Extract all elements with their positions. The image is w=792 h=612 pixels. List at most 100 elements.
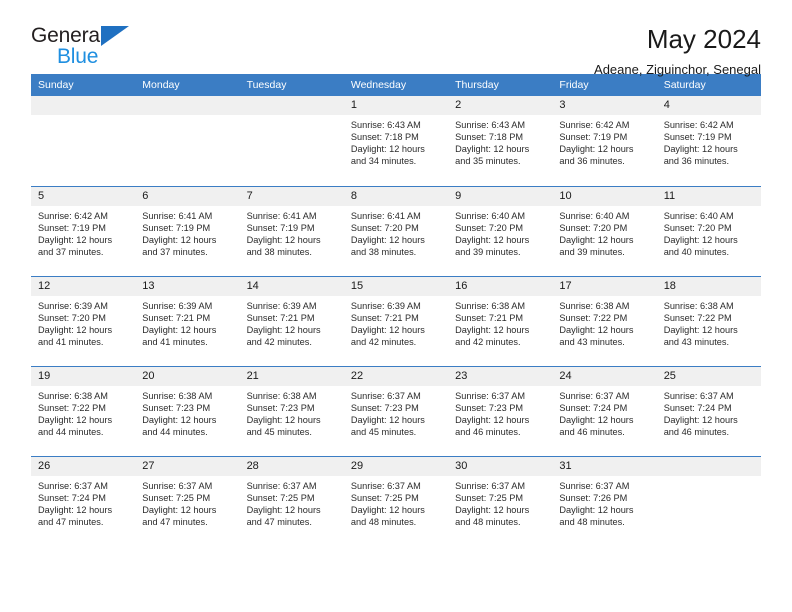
calendar-day-cell[interactable]: 6 Sunrise: 6:41 AM Sunset: 7:19 PM Daylight… [135,186,240,276]
daylight-text-line2: and 36 minutes. [559,156,625,167]
day-sun-info: Sunrise: 6:42 AM Sunset: 7:19 PM Daylight:… [31,206,135,258]
title-block: May 2024 Adeane, Ziguinchor, Senegal [594,24,761,79]
page-title: May 2024 [646,24,761,54]
weekday-header-sunday: Sunday [31,74,136,96]
calendar-day-cell[interactable]: 1 Sunrise: 6:43 AM Sunset: 7:18 PM Daylight… [343,96,449,186]
calendar-day-cell[interactable]: 23 Sunrise: 6:37 AM Sunset: 7:23 PM Dayligh… [448,366,553,456]
calendar-day-cell[interactable]: 30 Sunrise: 6:37 AM Sunset: 7:25 PM Dayligh… [448,456,553,546]
weekday-header-monday: Monday [135,74,240,96]
calendar-day-cell[interactable]: 9 Sunrise: 6:40 AM Sunset: 7:20 PM Daylight… [448,186,553,276]
calendar-day-cell[interactable]: 2 Sunrise: 6:43 AM Sunset: 7:18 PM Daylight… [448,96,553,186]
calendar-day-cell[interactable]: 19 Sunrise: 6:38 AM Sunset: 7:22 PM Dayligh… [31,366,136,456]
sunset-text: Sunset: 7:19 PM [663,132,732,143]
daylight-text-line1: Daylight: 12 hours [246,504,321,515]
sunset-text: Sunset: 7:25 PM [455,492,524,503]
calendar-day-cell[interactable]: 13 Sunrise: 6:39 AM Sunset: 7:21 PM Dayligh… [135,276,240,366]
daylight-text-line1: Daylight: 12 hours [142,414,217,425]
calendar-day-cell[interactable]: 28 Sunrise: 6:37 AM Sunset: 7:25 PM Dayligh… [239,456,344,546]
day-number: 8 [343,186,449,206]
sunrise-text: Sunrise: 6:39 AM [350,300,421,311]
day-number: 31 [552,456,657,476]
day-number [135,96,240,115]
daylight-text-line1: Daylight: 12 hours [350,324,425,335]
daylight-text-line1: Daylight: 12 hours [38,414,113,425]
calendar-day-cell[interactable]: 27 Sunrise: 6:37 AM Sunset: 7:25 PM Dayligh… [135,456,240,546]
sunset-text: Sunset: 7:20 PM [455,222,524,233]
calendar-day-cell[interactable]: 18 Sunrise: 6:38 AM Sunset: 7:22 PM Dayligh… [656,276,761,366]
calendar-day-cell[interactable]: 12 Sunrise: 6:39 AM Sunset: 7:20 PM Dayligh… [31,276,136,366]
calendar-day-cell[interactable]: 22 Sunrise: 6:37 AM Sunset: 7:23 PM Dayligh… [343,366,449,456]
day-sun-info: Sunrise: 6:41 AM Sunset: 7:19 PM Daylight:… [240,206,344,258]
daylight-text-line2: and 42 minutes. [350,336,417,347]
day-sun-info: Sunrise: 6:37 AM Sunset: 7:26 PM Daylight:… [552,476,656,528]
daylight-text-line1: Daylight: 12 hours [559,234,634,245]
daylight-text-line1: Daylight: 12 hours [663,324,738,335]
sunrise-text: Sunrise: 6:39 AM [142,300,213,311]
day-number: 22 [343,366,449,386]
day-sun-info: Sunrise: 6:39 AM Sunset: 7:21 PM Daylight:… [344,296,448,348]
daylight-text-line2: and 44 minutes. [38,426,104,437]
daylight-text-line1: Daylight: 12 hours [38,504,113,515]
day-number: 20 [135,366,240,386]
daylight-text-line2: and 36 minutes. [663,156,730,167]
calendar-day-cell[interactable]: 11 Sunrise: 6:40 AM Sunset: 7:20 PM Dayligh… [656,186,761,276]
day-sun-info: Sunrise: 6:40 AM Sunset: 7:20 PM Daylight:… [552,206,656,258]
sunrise-text: Sunrise: 6:40 AM [559,210,630,221]
sunrise-text: Sunrise: 6:40 AM [663,210,734,221]
calendar-day-cell[interactable]: 21 Sunrise: 6:38 AM Sunset: 7:23 PM Dayligh… [239,366,344,456]
day-number: 3 [552,96,657,115]
calendar-day-cell[interactable]: 26 Sunrise: 6:37 AM Sunset: 7:24 PM Dayligh… [31,456,136,546]
sunrise-text: Sunrise: 6:37 AM [559,390,630,401]
calendar-day-cell[interactable]: 17 Sunrise: 6:38 AM Sunset: 7:22 PM Dayligh… [552,276,657,366]
calendar-day-cell[interactable]: 3 Sunrise: 6:42 AM Sunset: 7:19 PM Daylight… [552,96,657,186]
sunrise-text: Sunrise: 6:38 AM [142,390,213,401]
daylight-text-line2: and 44 minutes. [142,426,208,437]
sunset-text: Sunset: 7:20 PM [38,312,106,323]
sunset-text: Sunset: 7:25 PM [350,492,419,503]
calendar-day-cell[interactable]: 24 Sunrise: 6:37 AM Sunset: 7:24 PM Dayligh… [552,366,657,456]
day-number: 11 [656,186,761,206]
calendar-day-cell-empty [656,456,761,546]
calendar-day-cell[interactable]: 25 Sunrise: 6:37 AM Sunset: 7:24 PM Dayligh… [656,366,761,456]
day-sun-info: Sunrise: 6:39 AM Sunset: 7:21 PM Daylight:… [135,296,239,348]
calendar-day-cell[interactable]: 20 Sunrise: 6:38 AM Sunset: 7:23 PM Dayligh… [135,366,240,456]
day-sun-info: Sunrise: 6:42 AM Sunset: 7:19 PM Daylight:… [552,115,656,167]
day-sun-info: Sunrise: 6:40 AM Sunset: 7:20 PM Daylight:… [448,206,552,258]
generalblue-logo: General Blue [31,24,151,70]
day-sun-info: Sunrise: 6:41 AM Sunset: 7:19 PM Daylight:… [135,206,239,258]
sunset-text: Sunset: 7:19 PM [246,222,315,233]
calendar-day-cell[interactable]: 29 Sunrise: 6:37 AM Sunset: 7:25 PM Dayligh… [343,456,449,546]
calendar-day-cell[interactable]: 4 Sunrise: 6:42 AM Sunset: 7:19 PM Daylight… [656,96,761,186]
calendar-day-cell-empty [239,96,344,186]
calendar-day-cell[interactable]: 16 Sunrise: 6:38 AM Sunset: 7:21 PM Dayligh… [448,276,553,366]
daylight-text-line1: Daylight: 12 hours [350,504,425,515]
sunrise-text: Sunrise: 6:39 AM [38,300,108,311]
daylight-text-line1: Daylight: 12 hours [246,234,321,245]
daylight-text-line1: Daylight: 12 hours [38,234,113,245]
daylight-text-line2: and 48 minutes. [350,516,417,527]
day-number: 23 [448,366,553,386]
daylight-text-line1: Daylight: 12 hours [559,414,634,425]
calendar-day-cell[interactable]: 10 Sunrise: 6:40 AM Sunset: 7:20 PM Dayligh… [552,186,657,276]
calendar-day-cell[interactable]: 14 Sunrise: 6:39 AM Sunset: 7:21 PM Dayligh… [239,276,344,366]
sunrise-text: Sunrise: 6:37 AM [246,480,317,491]
daylight-text-line2: and 41 minutes. [38,336,104,347]
day-number: 1 [343,96,449,115]
weekday-header-tuesday: Tuesday [239,74,344,96]
calendar-week-row: 5 Sunrise: 6:42 AM Sunset: 7:19 PM Daylight… [31,186,761,276]
calendar-day-cell[interactable]: 7 Sunrise: 6:41 AM Sunset: 7:19 PM Daylight… [239,186,344,276]
calendar-day-cell[interactable]: 5 Sunrise: 6:42 AM Sunset: 7:19 PM Daylight… [31,186,136,276]
sunset-text: Sunset: 7:20 PM [663,222,732,233]
sunrise-text: Sunrise: 6:37 AM [350,390,421,401]
calendar-day-cell[interactable]: 31 Sunrise: 6:37 AM Sunset: 7:26 PM Dayligh… [552,456,657,546]
calendar-week-row: 1 Sunrise: 6:43 AM Sunset: 7:18 PM Daylight… [31,96,761,186]
day-sun-info: Sunrise: 6:37 AM Sunset: 7:23 PM Daylight:… [344,386,448,438]
calendar-table: Sunday Monday Tuesday Wednesday Thursday… [31,74,761,546]
calendar-week-row: 26 Sunrise: 6:37 AM Sunset: 7:24 PM Dayligh… [31,456,761,546]
calendar-day-cell[interactable]: 8 Sunrise: 6:41 AM Sunset: 7:20 PM Daylight… [343,186,449,276]
calendar-week-row: 19 Sunrise: 6:38 AM Sunset: 7:22 PM Dayligh… [31,366,761,456]
daylight-text-line1: Daylight: 12 hours [455,144,530,155]
calendar-day-cell[interactable]: 15 Sunrise: 6:39 AM Sunset: 7:21 PM Dayligh… [343,276,449,366]
daylight-text-line1: Daylight: 12 hours [663,414,738,425]
day-number: 14 [239,276,344,296]
